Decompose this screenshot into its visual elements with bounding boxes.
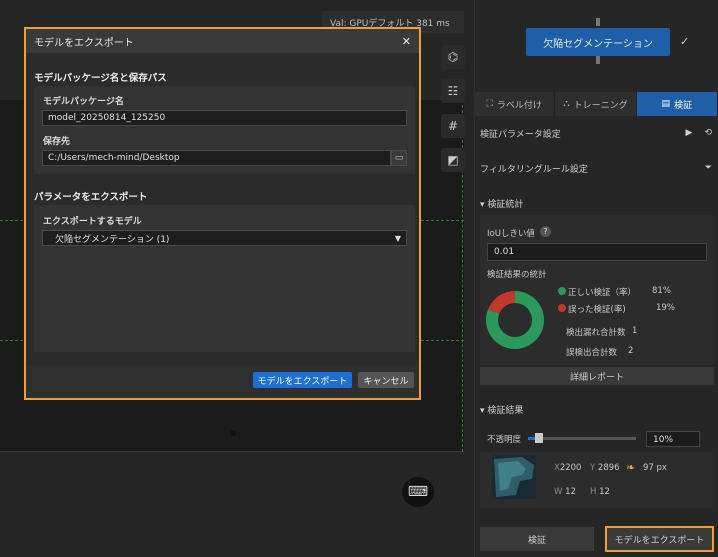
- legend-wrong-value: 19%: [656, 303, 675, 313]
- history-icon[interactable]: ⟲: [704, 128, 712, 138]
- tab-label: トレーニング: [573, 100, 628, 111]
- tab-label: 検証: [674, 100, 693, 111]
- defect-segmentation-button[interactable]: 欠陥セグメンテーション: [526, 28, 670, 56]
- results-stats-label: 検証結果の統計: [487, 270, 547, 280]
- section-title: 検証結果: [487, 405, 524, 416]
- section-title: 検証統計: [487, 199, 524, 210]
- tab-training[interactable]: ⛬ トレーニング: [555, 92, 637, 116]
- detail-report-button[interactable]: 詳細レポート: [480, 367, 714, 385]
- label-tool-icon: ⛶: [486, 99, 493, 109]
- collapse-icon[interactable]: ▾: [480, 200, 485, 210]
- tab-validation[interactable]: ▤ 検証: [636, 92, 718, 116]
- model-select-value: 欠陥セグメンテーション (1): [55, 234, 170, 245]
- legend-wrong-label: 誤った検証(率): [568, 305, 626, 315]
- area-icon: ❧: [626, 461, 636, 474]
- false-detection-label: 誤検出合計数: [566, 348, 618, 358]
- dialog-cancel-button[interactable]: キャンセル: [358, 372, 414, 388]
- false-detection-value: 2: [628, 346, 634, 356]
- folder-icon[interactable]: ▭: [391, 150, 407, 166]
- connector: [596, 18, 600, 26]
- opacity-slider-track[interactable]: [528, 437, 636, 440]
- filter-rules-label: フィルタリングルール設定: [480, 164, 588, 175]
- legend-correct-dot: [558, 287, 566, 295]
- mode-tabs: ⛶ ラベル付け ⛬ トレーニング ▤ 検証: [474, 92, 718, 116]
- validation-pie-chart: [486, 291, 544, 349]
- iou-input[interactable]: 0.01: [487, 243, 707, 261]
- canvas-marker: [230, 430, 236, 436]
- x-value: 2200: [559, 463, 582, 473]
- opacity-label: 不透明度: [487, 435, 522, 445]
- filter-rules-row[interactable]: フィルタリングルール設定 ⏷: [474, 157, 718, 179]
- package-name-input[interactable]: model_20250814_125250: [42, 110, 407, 126]
- missed-label: 検出漏れ合計数: [566, 328, 626, 338]
- validation-params-row[interactable]: 検証パラメータ設定 ▶ ⟲: [474, 122, 718, 144]
- filter-icon[interactable]: ⏷: [705, 163, 712, 173]
- chevron-down-icon: ▼: [394, 233, 401, 243]
- close-icon[interactable]: ✕: [402, 35, 411, 48]
- h-value: 12: [599, 487, 610, 497]
- run-icon[interactable]: ▶: [686, 128, 693, 138]
- validation-params-label: 検証パラメータ設定: [480, 129, 561, 140]
- export-model-dialog: モデルをエクスポート ✕ モデルパッケージ名と保存パス モデルパッケージ名 mo…: [24, 27, 421, 400]
- legend-correct-value: 81%: [652, 286, 671, 296]
- grid-icon[interactable]: #: [441, 114, 465, 138]
- view-mask-icon[interactable]: ◩: [441, 148, 465, 172]
- y-value: 2896: [597, 463, 620, 473]
- section-package-title: モデルパッケージ名と保存パス: [34, 73, 167, 84]
- validate-button[interactable]: 検証: [480, 527, 594, 551]
- w-label: W: [554, 487, 563, 497]
- training-icon: ⛬: [563, 99, 570, 109]
- tab-label: ラベル付け: [496, 100, 542, 111]
- h-label: H: [590, 487, 597, 497]
- save-path-input[interactable]: C:/Users/mech-mind/Desktop: [42, 150, 391, 166]
- package-name-label: モデルパッケージ名: [43, 97, 124, 107]
- dialog-title: モデルをエクスポート: [34, 37, 134, 49]
- legend-wrong-dot: [558, 304, 566, 312]
- legend-correct-label: 正しい検証（率）: [568, 288, 637, 298]
- stats-header[interactable]: ▾ 検証統計: [474, 192, 718, 214]
- missed-value: 1: [632, 326, 638, 336]
- model-select[interactable]: 欠陥セグメンテーション (1) ▼: [42, 230, 407, 246]
- defect-thumbnail: [492, 455, 536, 499]
- collapse-icon[interactable]: ▾: [480, 406, 485, 416]
- w-value: 12: [565, 487, 576, 497]
- view-label-icon[interactable]: ☷: [441, 79, 465, 103]
- check-icon: ✓: [680, 35, 690, 48]
- opacity-input[interactable]: 10%: [646, 431, 700, 447]
- export-params-section: [34, 205, 415, 352]
- dialog-export-button[interactable]: モデルをエクスポート: [253, 372, 352, 388]
- save-path-label: 保存先: [43, 137, 71, 147]
- tab-labeling[interactable]: ⛶ ラベル付け: [474, 92, 556, 116]
- validation-icon: ▤: [661, 99, 671, 109]
- help-icon[interactable]: ?: [540, 226, 551, 237]
- opacity-slider-thumb[interactable]: [534, 433, 543, 443]
- area-value: 97 px: [643, 463, 667, 473]
- export-model-button[interactable]: モデルをエクスポート: [605, 526, 714, 552]
- connector: [596, 56, 600, 64]
- y-label: Y: [590, 463, 596, 473]
- section-export-params-title: パラメータをエクスポート: [34, 192, 148, 203]
- dialog-title-bar: モデルをエクスポート ✕: [26, 29, 419, 53]
- results-header[interactable]: ▾ 検証結果: [474, 398, 718, 420]
- keyboard-icon[interactable]: ⌨: [402, 477, 434, 507]
- node-tool-icon[interactable]: ⌬: [441, 45, 465, 69]
- iou-label: IoUしきい値: [487, 229, 535, 239]
- export-model-label: エクスポートするモデル: [43, 217, 142, 227]
